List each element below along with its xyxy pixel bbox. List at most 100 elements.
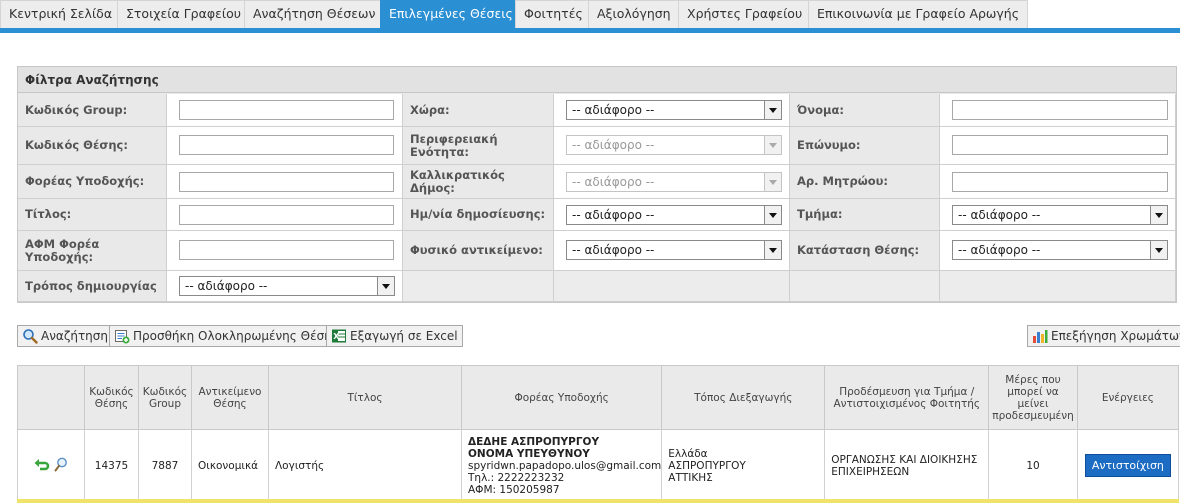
reserved-for-cell: ΟΡΓΑΝΩΣΗΣ ΚΑΙ ΔΙΟΙΚΗΣΗΣ ΕΠΙΧΕΙΡΗΣΕΩΝ [824, 429, 990, 502]
location-country: Ελλάδα [668, 447, 708, 460]
top-navigation: Κεντρική Σελίδα Στοιχεία Γραφείου Αναζήτ… [0, 0, 1180, 33]
search-filters-panel: Φίλτρα Αναζήτησης Κωδικός Group: Χώρα: -… [17, 66, 1177, 303]
chevron-down-icon [764, 136, 781, 154]
tab-selected-positions[interactable]: Επιλεγμένες Θέσεις [380, 0, 522, 28]
col-reserved-header: Προδέσμευση για Τμήμα / Αντιστοιχισμένος… [824, 365, 990, 430]
empty-cell [940, 271, 1176, 302]
reg-number-input[interactable] [952, 172, 1168, 192]
chevron-down-icon [377, 277, 394, 295]
region-label: Περιφερειακή Ενότητα: [403, 127, 554, 165]
location-cell: Ελλάδα ΑΣΠΡΟΠΥΡΓΟΥ ΑΤΤΙΚΗΣ [661, 429, 826, 502]
location-region: ΑΤΤΙΚΗΣ [668, 471, 713, 484]
department-cell: -- αδιάφορο -- [940, 199, 1176, 231]
tab-office-users[interactable]: Χρήστες Γραφείου [678, 0, 812, 28]
assign-button[interactable]: Αντιστοίχιση [1084, 454, 1171, 477]
undo-arrow-icon[interactable] [34, 457, 50, 474]
municipality-select[interactable]: -- αδιάφορο -- [566, 172, 782, 192]
creation-mode-select[interactable]: -- αδιάφορο -- [179, 276, 395, 296]
table-row: 14375 7887 Οικονομικά Λογιστής ΔΕΔΗΕ ΑΣΠ… [17, 429, 1180, 502]
title-input[interactable] [179, 205, 394, 225]
last-name-input[interactable] [952, 135, 1168, 155]
chevron-down-icon [764, 101, 781, 119]
col-title-header: Τίτλος [268, 365, 462, 430]
host-label: Φορέας Υποδοχής: [18, 165, 167, 199]
chevron-down-icon [1150, 241, 1167, 259]
country-cell: -- αδιάφορο -- [554, 94, 790, 127]
empty-cell [403, 271, 554, 302]
creation-mode-cell: -- αδιάφορο -- [167, 271, 403, 302]
host-email: spyridwn.papadopo.ulos@gmail.com [468, 459, 662, 472]
col-host-header: Φορέας Υποδοχής [460, 365, 663, 430]
department-label: Τμήμα: [790, 199, 940, 231]
row-icons-cell [17, 429, 85, 502]
chevron-down-icon [764, 206, 781, 224]
group-code-input[interactable] [179, 100, 394, 120]
position-status-select[interactable]: -- αδιάφορο -- [952, 240, 1168, 260]
country-select[interactable]: -- αδιάφορο -- [566, 100, 782, 120]
col-group-code-header: Κωδικός Group [138, 365, 192, 430]
search-button[interactable]: Αναζήτηση [17, 325, 113, 347]
title-cell [167, 199, 403, 231]
pub-date-select[interactable]: -- αδιάφορο -- [566, 205, 782, 225]
chevron-down-icon [764, 173, 781, 191]
col-days-left-header: Μέρες που μπορεί να μείνει προδεσμευμένη [988, 365, 1078, 430]
col-actions-header: Ενέργειες [1076, 365, 1180, 430]
nav-accent-bar [0, 28, 1180, 33]
title-cell: Λογιστής [268, 429, 462, 502]
tab-home[interactable]: Κεντρική Σελίδα [0, 0, 122, 28]
physical-object-select[interactable]: -- αδιάφορο -- [566, 240, 782, 260]
subject-cell: Οικονομικά [191, 429, 269, 502]
position-code-label: Κωδικός Θέσης: [18, 127, 167, 165]
excel-icon: X [331, 328, 347, 344]
title-label: Τίτλος: [18, 199, 167, 231]
region-select[interactable]: -- αδιάφορο -- [566, 135, 782, 155]
reg-number-label: Αρ. Μητρώου: [790, 165, 940, 199]
group-code-cell: 7887 [138, 429, 192, 502]
tab-contact-helpdesk[interactable]: Επικοινωνία με Γραφείο Αρωγής [808, 0, 1029, 28]
position-status-label: Κατάσταση Θέσης: [790, 231, 940, 271]
add-document-icon [114, 328, 130, 344]
selected-positions-table: Κωδικός Θέσης Κωδικός Group Αντικείμενο … [17, 365, 1180, 502]
contact-name: ΟΝΟΜΑ ΥΠΕΥΘΥΝΟΥ [468, 447, 590, 460]
view-details-icon[interactable] [54, 457, 68, 475]
first-name-input[interactable] [952, 100, 1168, 120]
filters-title: Φίλτρα Αναζήτησης [18, 67, 1176, 93]
tab-students[interactable]: Φοιτητές [515, 0, 592, 28]
empty-cell [554, 271, 790, 302]
row-status-stripe [17, 499, 1179, 503]
position-code-cell: 14375 [84, 429, 139, 502]
physical-object-cell: -- αδιάφορο -- [554, 231, 790, 271]
actions-cell: Αντιστοίχιση [1076, 429, 1180, 502]
position-code-input[interactable] [179, 135, 394, 155]
col-subject-header: Αντικείμενο Θέσης [191, 365, 269, 430]
magnifier-icon [22, 328, 38, 344]
department-select[interactable]: -- αδιάφορο -- [952, 205, 1168, 225]
col-location-header: Τόπος Διεξαγωγής [661, 365, 826, 430]
svg-text:X: X [333, 332, 340, 341]
tab-evaluation[interactable]: Αξιολόγηση [588, 0, 680, 28]
col-position-code-header: Κωδικός Θέσης [84, 365, 139, 430]
export-excel-button[interactable]: X Εξαγωγή σε Excel [326, 325, 463, 347]
host-cell: ΔΕΔΗΕ ΑΣΠΡΟΠΥΡΓΟΥ ΟΝΟΜΑ ΥΠΕΥΘΥΝΟΥ spyrid… [460, 429, 663, 502]
region-cell: -- αδιάφορο -- [554, 127, 790, 165]
bar-chart-icon [1032, 328, 1048, 344]
tab-office-info[interactable]: Στοιχεία Γραφείου [117, 0, 250, 28]
host-cell [167, 165, 403, 199]
color-legend-button[interactable]: Επεξήγηση Χρωμάτων [1027, 325, 1180, 347]
group-code-cell [167, 94, 403, 127]
position-code-cell [167, 127, 403, 165]
empty-cell [790, 271, 940, 302]
first-name-label: Όνομα: [790, 94, 940, 127]
location-city: ΑΣΠΡΟΠΥΡΓΟΥ [668, 459, 746, 472]
creation-mode-label: Τρόπος δημιουργίας [18, 271, 167, 302]
municipality-cell: -- αδιάφορο -- [554, 165, 790, 199]
municipality-label: Καλλικρατικός Δήμος: [403, 165, 554, 199]
add-completed-position-button[interactable]: Προσθήκη Ολοκληρωμένης Θέσης [109, 325, 344, 347]
host-input[interactable] [179, 172, 394, 192]
host-phone: Τηλ.: 2222223232 [468, 471, 565, 484]
host-afm-input[interactable] [179, 240, 394, 260]
col-icons-header [17, 365, 85, 430]
country-label: Χώρα: [403, 94, 554, 127]
tab-search-positions[interactable]: Αναζήτηση Θέσεων [244, 0, 385, 28]
last-name-label: Επώνυμο: [790, 127, 940, 165]
